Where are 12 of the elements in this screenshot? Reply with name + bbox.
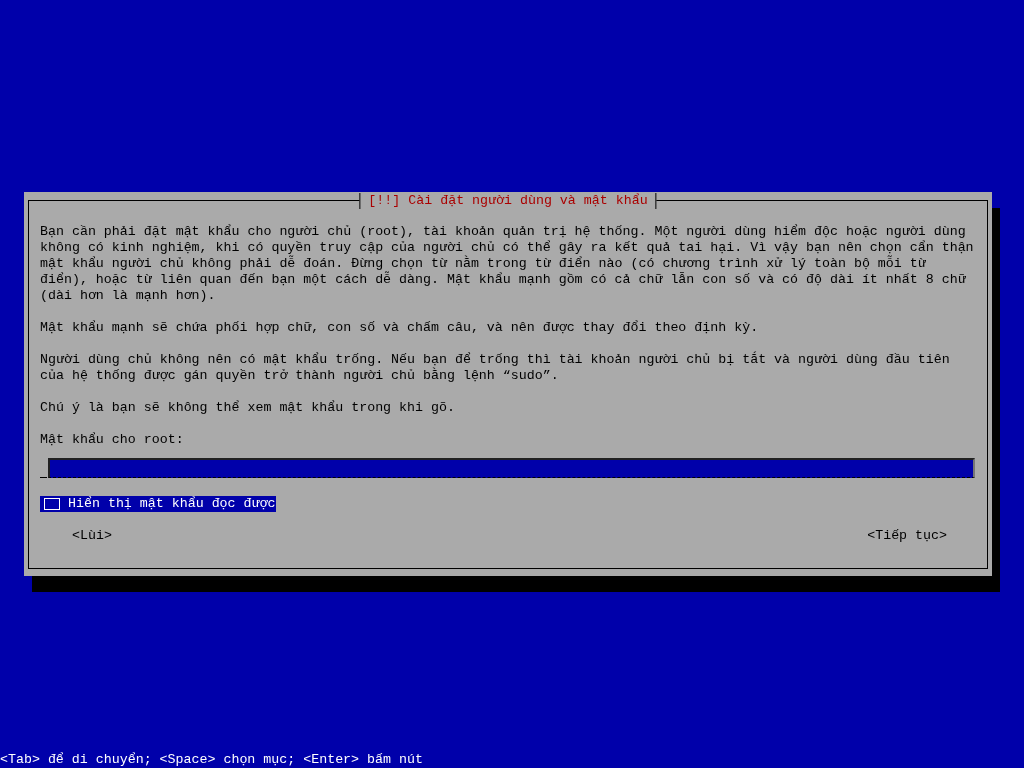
password-field[interactable] [48,458,975,478]
text-cursor [40,477,47,478]
dialog-button[interactable]: <Tiếp tục> [867,528,947,544]
show-password-checkbox[interactable]: Hiển thị mật khẩu đọc được [40,496,277,512]
description-paragraph: Mật khẩu mạnh sẽ chứa phối hợp chữ, con số và chấm câu, và nên được thay đổi theo định kỳ. [40,320,760,336]
dialog-title: [!!] Cài đặt người dùng và mật khẩu [359,193,657,209]
description-paragraph: Bạn cần phải đặt mật khẩu cho người chủ (root), tài khoản quản trị hệ thống. Một người dùng hiểm độc hoặc người dùng không có kinh nghiệm, khi có quyền truy cập của người chủ có thể gây ra kết quả tai hại. Vì vậy bạn nên chọn cẩn thận mật khẩu người chủ không phải dễ đoán. Đừng chọn từ nằm trong từ điển nào (có chương trình xử lý toàn bộ mỗi từ điển), hoặc từ liên quan đến bạn một cách dễ dàng. Mật khẩu mạnh gồm có cả chữ lẫn con số và có độ dài ít nhất 8 chữ (dài hơn là mạnh hơn). [40,224,975,304]
description-paragraph: Người dùng chủ không nên có mật khẩu trống. Nếu bạn để trống thì tài khoản người chủ bị tắt và người dùng đầu tiên của hệ thống được gán quyền trở thành người chủ bằng lệnh “sudo”. [40,352,951,384]
key-hint-text: <Tab> để di chuyển; <Space> chọn mục; <Enter> bấm nút [0,752,424,768]
description-paragraph: Chú ý là bạn sẽ không thể xem mật khẩu trong khi gõ. [40,400,456,416]
field-label: Mật khẩu cho root: [40,432,184,447]
dialog-button[interactable]: <Lùi> [72,528,112,544]
